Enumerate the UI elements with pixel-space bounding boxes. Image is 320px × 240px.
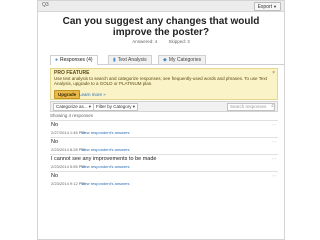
chevron-down-icon: ▼ bbox=[273, 4, 277, 9]
skipped-count: Skipped: 3 bbox=[168, 39, 190, 44]
response-text: I cannot see any improvements to be made bbox=[51, 156, 157, 162]
panel-header: Q3 Export▼ bbox=[38, 1, 284, 12]
response-list: No 2/27/2014 1:46 PM View respondent's a… bbox=[50, 120, 278, 188]
list-item: No 2/23/2014 9:12 PM View respondent's a… bbox=[50, 171, 278, 188]
list-item: I cannot see any improvements to be made… bbox=[50, 154, 278, 171]
tab-responses[interactable]: ● Responses (4) bbox=[50, 55, 98, 65]
response-timestamp: 2/23/2014 8:28 PM bbox=[51, 147, 85, 152]
export-button[interactable]: Export▼ bbox=[253, 2, 281, 11]
row-actions-icon[interactable]: ◦ ◦ bbox=[272, 173, 276, 178]
response-text: No bbox=[51, 122, 59, 128]
question-title: Can you suggest any changes that would i… bbox=[62, 16, 260, 38]
upgrade-button[interactable]: Upgrade bbox=[54, 90, 81, 99]
filter-bar: Categorize as... ▾ Filter by Category ▾ … bbox=[50, 101, 278, 112]
view-answers-link[interactable]: View respondent's answers bbox=[81, 164, 130, 169]
search-icon[interactable]: ⌕ bbox=[271, 103, 274, 109]
chevron-down-icon: ▾ bbox=[88, 104, 92, 109]
list-item: No 2/27/2014 1:46 PM View respondent's a… bbox=[50, 120, 278, 137]
tab-text-analysis[interactable]: ▮ Text Analysis bbox=[108, 55, 152, 64]
response-stats: Answered: 4 Skipped: 3 bbox=[38, 39, 284, 44]
question-number: Q3 bbox=[42, 2, 49, 8]
chevron-down-icon: ▾ bbox=[132, 104, 136, 109]
filter-category-dropdown[interactable]: Filter by Category ▾ bbox=[93, 103, 139, 111]
speech-bubble-icon: ● bbox=[55, 57, 59, 63]
row-actions-icon[interactable]: ◦ ◦ bbox=[272, 122, 276, 127]
close-icon[interactable]: × bbox=[272, 70, 275, 76]
list-item: No 2/23/2014 8:28 PM View respondent's a… bbox=[50, 137, 278, 154]
response-text: No bbox=[51, 139, 59, 145]
tag-icon: ◆ bbox=[163, 57, 167, 63]
row-actions-icon[interactable]: ◦ ◦ bbox=[272, 139, 276, 144]
learn-more-link[interactable]: Learn more » bbox=[79, 92, 106, 97]
tab-my-categories[interactable]: ◆ My Categories bbox=[158, 55, 207, 64]
answered-count: Answered: 4 bbox=[132, 39, 158, 44]
filter-label: Filter by Category bbox=[96, 104, 132, 109]
tab-label: My Categories bbox=[168, 57, 202, 63]
question-panel: Q3 Export▼ Can you suggest any changes t… bbox=[37, 0, 285, 240]
tab-bar: ● Responses (4) ▮ Text Analysis ◆ My Catego… bbox=[50, 55, 284, 65]
tab-label: Text Analysis bbox=[117, 57, 147, 63]
showing-count: Showing 4 responses bbox=[50, 113, 94, 118]
categorize-dropdown[interactable]: Categorize as... ▾ bbox=[53, 103, 95, 111]
response-timestamp: 2/27/2014 1:46 PM bbox=[51, 130, 85, 135]
tab-label: Responses (4) bbox=[60, 57, 93, 63]
view-answers-link[interactable]: View respondent's answers bbox=[81, 130, 130, 135]
row-actions-icon[interactable]: ◦ ◦ bbox=[272, 156, 276, 161]
view-answers-link[interactable]: View respondent's answers bbox=[81, 147, 130, 152]
pro-feature-banner: PRO FEATURE Use text analysis to search … bbox=[50, 68, 278, 100]
export-label: Export bbox=[257, 4, 273, 10]
categorize-label: Categorize as... bbox=[56, 104, 88, 109]
pro-feature-text: Use text analysis to search and categori… bbox=[54, 76, 267, 86]
search-input[interactable]: Search responses bbox=[227, 103, 275, 111]
chart-icon: ▮ bbox=[113, 57, 116, 63]
response-timestamp: 2/23/2014 9:12 PM bbox=[51, 181, 85, 186]
view-answers-link[interactable]: View respondent's answers bbox=[81, 181, 130, 186]
response-timestamp: 2/23/2014 5:55 PM bbox=[51, 164, 85, 169]
response-text: No bbox=[51, 173, 59, 179]
